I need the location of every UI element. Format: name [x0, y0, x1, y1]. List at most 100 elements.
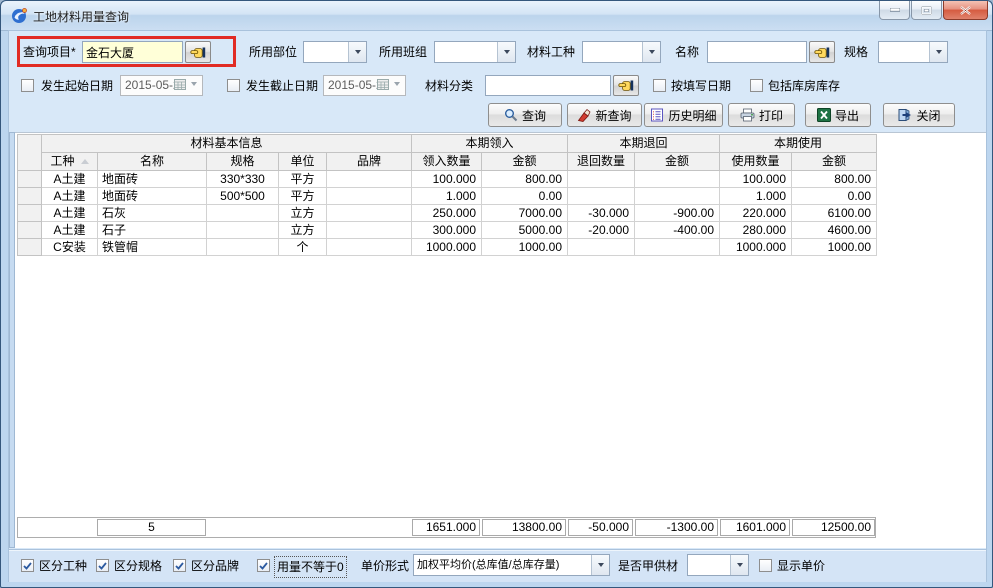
- col-header-spec[interactable]: 规格: [207, 153, 279, 171]
- cell[interactable]: 6100.00: [792, 205, 877, 222]
- cell[interactable]: 300.000: [412, 222, 482, 239]
- col-header-use-qty[interactable]: 使用数量: [720, 153, 792, 171]
- by-fill-date-checkbox[interactable]: [653, 79, 666, 92]
- cell[interactable]: 4600.00: [792, 222, 877, 239]
- cell[interactable]: [207, 222, 279, 239]
- cell[interactable]: 平方: [279, 188, 327, 205]
- cell[interactable]: [327, 171, 412, 188]
- project-input[interactable]: [82, 41, 183, 63]
- cell[interactable]: 5000.00: [482, 222, 568, 239]
- cell[interactable]: 0.00: [482, 188, 568, 205]
- cell[interactable]: [568, 239, 635, 256]
- cell[interactable]: 铁管帽: [98, 239, 207, 256]
- cell[interactable]: 1000.00: [792, 239, 877, 256]
- minimize-button[interactable]: [879, 1, 910, 20]
- row-selector[interactable]: [18, 171, 42, 188]
- cell[interactable]: 7000.00: [482, 205, 568, 222]
- split-spec-checkbox[interactable]: [96, 559, 109, 572]
- include-warehouse-checkbox[interactable]: [750, 79, 763, 92]
- row-selector[interactable]: [18, 222, 42, 239]
- nonzero-usage-checkbox[interactable]: [257, 559, 270, 572]
- cell[interactable]: 280.000: [720, 222, 792, 239]
- cell[interactable]: 100.000: [412, 171, 482, 188]
- cell[interactable]: 250.000: [412, 205, 482, 222]
- close-form-button[interactable]: 关闭: [883, 103, 955, 127]
- cell[interactable]: [327, 239, 412, 256]
- cell[interactable]: [207, 239, 279, 256]
- cell[interactable]: [327, 205, 412, 222]
- print-button[interactable]: 打印: [728, 103, 795, 127]
- col-header-name[interactable]: 名称: [98, 153, 207, 171]
- trade-combo[interactable]: [582, 41, 661, 63]
- split-trade-checkbox[interactable]: [21, 559, 34, 572]
- cell[interactable]: 1000.000: [720, 239, 792, 256]
- cell[interactable]: [327, 188, 412, 205]
- cell[interactable]: 立方: [279, 222, 327, 239]
- col-header-brand[interactable]: 品牌: [327, 153, 412, 171]
- close-button[interactable]: [943, 1, 988, 20]
- cell[interactable]: 220.000: [720, 205, 792, 222]
- cell[interactable]: A土建: [42, 171, 98, 188]
- cell[interactable]: [635, 171, 720, 188]
- col-header-unit[interactable]: 单位: [279, 153, 327, 171]
- cell[interactable]: 800.00: [482, 171, 568, 188]
- cell[interactable]: -900.00: [635, 205, 720, 222]
- col-header-trade[interactable]: 工种: [42, 153, 98, 171]
- cell[interactable]: [568, 171, 635, 188]
- cell[interactable]: [635, 188, 720, 205]
- part-combo[interactable]: [303, 41, 367, 63]
- cell[interactable]: [635, 239, 720, 256]
- show-unit-price-checkbox[interactable]: [759, 559, 772, 572]
- cell[interactable]: A土建: [42, 222, 98, 239]
- category-input[interactable]: [485, 75, 611, 96]
- row-selector[interactable]: [18, 205, 42, 222]
- cell[interactable]: -20.000: [568, 222, 635, 239]
- cell[interactable]: 石子: [98, 222, 207, 239]
- split-brand-checkbox[interactable]: [173, 559, 186, 572]
- cell[interactable]: [327, 222, 412, 239]
- cell[interactable]: A土建: [42, 205, 98, 222]
- start-date-checkbox[interactable]: [21, 79, 34, 92]
- cell[interactable]: 100.000: [720, 171, 792, 188]
- cell[interactable]: 1.000: [720, 188, 792, 205]
- cell[interactable]: [207, 205, 279, 222]
- price-mode-combo[interactable]: 加权平均价(总库值/总库存量): [413, 554, 610, 576]
- maximize-button[interactable]: [911, 1, 942, 20]
- owner-supplied-combo[interactable]: [687, 554, 749, 576]
- cell[interactable]: 个: [279, 239, 327, 256]
- row-selector[interactable]: [18, 239, 42, 256]
- cell[interactable]: 1000.00: [482, 239, 568, 256]
- export-button[interactable]: 导出: [805, 103, 871, 127]
- history-detail-button[interactable]: 历史明细: [644, 103, 723, 127]
- cell[interactable]: 地面砖: [98, 188, 207, 205]
- cell[interactable]: 石灰: [98, 205, 207, 222]
- col-header-ret-qty[interactable]: 退回数量: [568, 153, 635, 171]
- cell[interactable]: 500*500: [207, 188, 279, 205]
- end-date-checkbox[interactable]: [227, 79, 240, 92]
- cell[interactable]: 平方: [279, 171, 327, 188]
- cell[interactable]: C安装: [42, 239, 98, 256]
- cell[interactable]: 1000.000: [412, 239, 482, 256]
- cell[interactable]: 立方: [279, 205, 327, 222]
- end-date-field[interactable]: 2015-05-27: [323, 75, 406, 96]
- name-picker-button[interactable]: [809, 41, 835, 63]
- team-combo[interactable]: [434, 41, 516, 63]
- row-selector[interactable]: [18, 188, 42, 205]
- category-picker-button[interactable]: [613, 75, 639, 96]
- cell[interactable]: -30.000: [568, 205, 635, 222]
- cell[interactable]: 800.00: [792, 171, 877, 188]
- col-header-use-amt[interactable]: 金额: [792, 153, 877, 171]
- cell[interactable]: 0.00: [792, 188, 877, 205]
- spec-combo[interactable]: [878, 41, 948, 63]
- cell[interactable]: 地面砖: [98, 171, 207, 188]
- cell[interactable]: 330*330: [207, 171, 279, 188]
- cell[interactable]: [568, 188, 635, 205]
- project-picker-button[interactable]: [185, 41, 211, 63]
- cell[interactable]: 1.000: [412, 188, 482, 205]
- col-header-recv-amt[interactable]: 金额: [482, 153, 568, 171]
- col-header-recv-qty[interactable]: 领入数量: [412, 153, 482, 171]
- col-header-ret-amt[interactable]: 金额: [635, 153, 720, 171]
- cell[interactable]: -400.00: [635, 222, 720, 239]
- query-button[interactable]: 查询: [488, 103, 562, 127]
- start-date-field[interactable]: 2015-05-27: [120, 75, 203, 96]
